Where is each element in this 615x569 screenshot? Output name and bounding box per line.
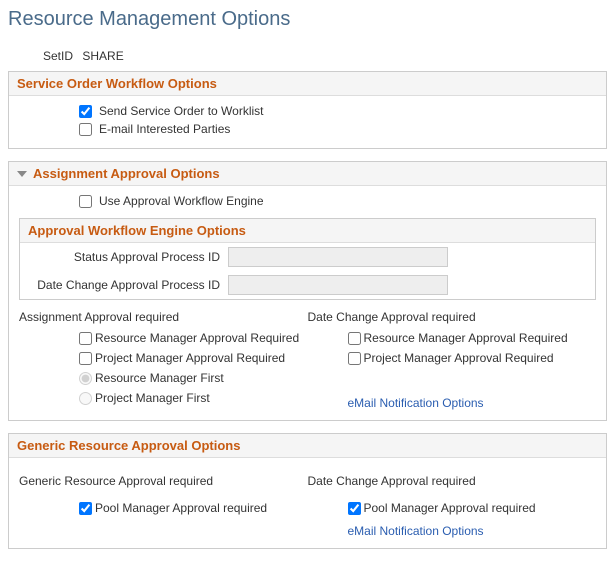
subsection-header-engine: Approval Workflow Engine Options xyxy=(20,219,595,243)
assignment-columns: Assignment Approval required Resource Ma… xyxy=(19,308,596,410)
label-left-rm-required: Resource Manager Approval Required xyxy=(95,331,299,345)
section-title-assignment: Assignment Approval Options xyxy=(33,166,220,181)
checkbox-left-rm-required[interactable] xyxy=(79,332,92,345)
heading-assignment-right: Date Change Approval required xyxy=(308,308,597,328)
section-header-assignment[interactable]: Assignment Approval Options xyxy=(9,162,606,186)
heading-generic-right: Date Change Approval required xyxy=(308,472,597,492)
label-left-pm-required: Project Manager Approval Required xyxy=(95,351,285,365)
label-rm-first: Resource Manager First xyxy=(95,371,224,385)
label-date-process-id: Date Change Approval Process ID xyxy=(28,278,228,292)
label-right-pm-required: Project Manager Approval Required xyxy=(364,351,554,365)
section-service-order: Service Order Workflow Options Send Serv… xyxy=(8,71,607,149)
generic-columns: Generic Resource Approval required Pool … xyxy=(19,472,596,538)
setid-value: SHARE xyxy=(82,49,123,63)
subsection-engine-options: Approval Workflow Engine Options Status … xyxy=(19,218,596,300)
generic-col-right: Date Change Approval required Pool Manag… xyxy=(308,472,597,538)
heading-assignment-left: Assignment Approval required xyxy=(19,308,308,328)
assignment-col-right: Date Change Approval required Resource M… xyxy=(308,308,597,410)
checkbox-left-pm-required[interactable] xyxy=(79,352,92,365)
input-status-process-id[interactable] xyxy=(228,247,448,267)
heading-generic-left: Generic Resource Approval required xyxy=(19,472,308,492)
checkbox-email-parties[interactable] xyxy=(79,123,92,136)
radio-rm-first[interactable] xyxy=(79,372,92,385)
section-assignment-approval: Assignment Approval Options Use Approval… xyxy=(8,161,607,421)
section-title-service-order: Service Order Workflow Options xyxy=(17,76,217,91)
section-generic-approval: Generic Resource Approval Options Generi… xyxy=(8,433,607,549)
section-body-service-order: Send Service Order to Worklist E-mail In… xyxy=(9,96,606,148)
chevron-down-icon xyxy=(17,171,27,177)
section-body-assignment: Use Approval Workflow Engine Approval Wo… xyxy=(9,186,606,420)
input-date-process-id[interactable] xyxy=(228,275,448,295)
checkbox-right-pm-required[interactable] xyxy=(348,352,361,365)
setid-label: SetID xyxy=(43,49,73,63)
checkbox-generic-right-pool[interactable] xyxy=(348,502,361,515)
section-header-service-order: Service Order Workflow Options xyxy=(9,72,606,96)
checkbox-generic-left-pool[interactable] xyxy=(79,502,92,515)
label-pm-first: Project Manager First xyxy=(95,391,210,405)
link-email-notification-generic[interactable]: eMail Notification Options xyxy=(308,518,484,538)
section-header-generic: Generic Resource Approval Options xyxy=(9,434,606,458)
label-status-process-id: Status Approval Process ID xyxy=(28,250,228,264)
label-use-engine: Use Approval Workflow Engine xyxy=(99,194,264,208)
label-generic-right-pool: Pool Manager Approval required xyxy=(364,501,536,515)
section-body-generic: Generic Resource Approval required Pool … xyxy=(9,458,606,548)
checkbox-right-rm-required[interactable] xyxy=(348,332,361,345)
radio-pm-first[interactable] xyxy=(79,392,92,405)
label-email-parties: E-mail Interested Parties xyxy=(99,122,230,136)
generic-col-left: Generic Resource Approval required Pool … xyxy=(19,472,308,538)
checkbox-use-engine[interactable] xyxy=(79,195,92,208)
page-title: Resource Management Options xyxy=(8,8,607,31)
label-generic-left-pool: Pool Manager Approval required xyxy=(95,501,267,515)
setid-row: SetID SHARE xyxy=(8,49,607,63)
label-right-rm-required: Resource Manager Approval Required xyxy=(364,331,568,345)
link-email-notification-assignment[interactable]: eMail Notification Options xyxy=(308,390,484,410)
section-title-generic: Generic Resource Approval Options xyxy=(17,438,240,453)
checkbox-send-worklist[interactable] xyxy=(79,105,92,118)
label-send-worklist: Send Service Order to Worklist xyxy=(99,104,264,118)
assignment-col-left: Assignment Approval required Resource Ma… xyxy=(19,308,308,410)
